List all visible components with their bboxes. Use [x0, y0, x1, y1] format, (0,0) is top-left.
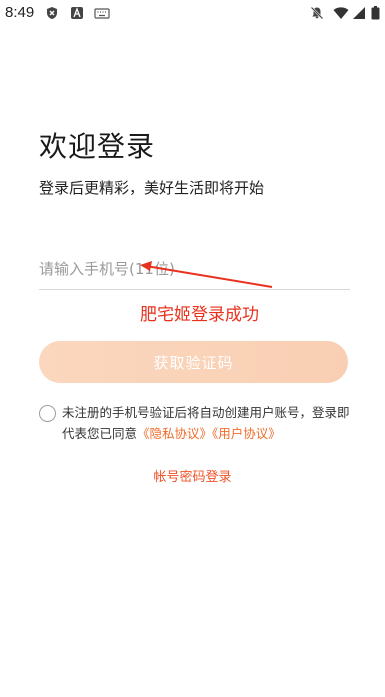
page-title: 欢迎登录: [39, 130, 156, 163]
phone-input[interactable]: [39, 248, 350, 290]
user-agreement-link[interactable]: 《用户协议》: [212, 426, 281, 441]
password-login-link[interactable]: 帐号密码登录: [0, 466, 385, 485]
battery-icon: [371, 6, 380, 20]
wifi-icon: [333, 6, 349, 20]
signal-icon: [352, 6, 366, 20]
agreement-text: 未注册的手机号验证后将自动创建用户账号，登录即代表您已同意《隐私协议》《用户协议…: [62, 402, 352, 444]
get-verification-code-button[interactable]: 获取验证码: [39, 341, 348, 383]
shield-x-icon: [45, 6, 59, 20]
status-time: 8:49: [5, 4, 35, 21]
agreement-checkbox[interactable]: [39, 405, 56, 422]
privacy-agreement-link[interactable]: 《隐私协议》: [137, 426, 212, 441]
keyboard-icon: [94, 6, 110, 20]
annotation-text: 肥宅姬登录成功: [140, 305, 259, 325]
font-a-icon: [70, 6, 84, 20]
status-bar: 8:49: [0, 0, 385, 26]
login-screen: 8:49 欢迎登录 登录后更精彩，美好生活即将开始 肥宅姬登录成功: [0, 0, 385, 697]
notifications-off-icon: [310, 6, 324, 20]
page-subtitle: 登录后更精彩，美好生活即将开始: [39, 179, 265, 197]
password-login-label[interactable]: 帐号密码登录: [153, 470, 231, 485]
